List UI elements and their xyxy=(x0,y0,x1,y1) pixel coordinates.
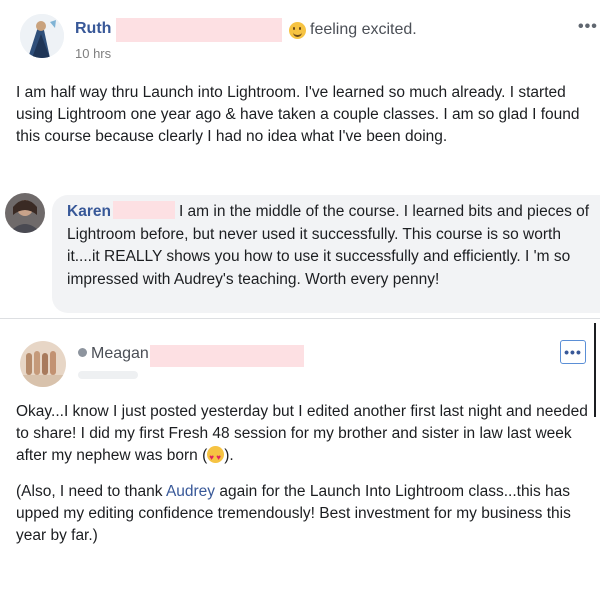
comment-karen: Karen I am in the middle of the course. I… xyxy=(0,185,600,313)
post-meta-blurred xyxy=(78,371,138,379)
post-ruth: Ruth feeling excited. 10 hrs ••• I am ha… xyxy=(0,0,600,185)
post-time[interactable]: 10 hrs xyxy=(75,46,111,61)
avatar[interactable] xyxy=(5,193,45,233)
avatar[interactable] xyxy=(20,14,64,58)
divider xyxy=(594,323,596,417)
post-body-para2: (Also, I need to thank Audrey again for … xyxy=(16,481,588,547)
author-name[interactable]: Meagan xyxy=(78,345,149,363)
para2-start: (Also, I need to thank xyxy=(16,483,166,500)
avatar-photo-icon xyxy=(20,341,66,387)
para1-text: Okay...I know I just posted yesterday bu… xyxy=(16,403,588,464)
heart-eyes-emoji-icon xyxy=(207,446,225,469)
author-name[interactable]: Ruth xyxy=(75,20,111,38)
para1-end: ). xyxy=(224,447,234,464)
post-body: I am half way thru Launch into Lightroom… xyxy=(16,84,580,145)
redacted-surname xyxy=(150,345,304,367)
status-dot-icon xyxy=(78,348,87,357)
more-options-icon[interactable]: ••• xyxy=(578,18,598,36)
post-meagan: Meagan ••• Okay...I know I just posted y… xyxy=(0,318,600,601)
avatar-photo-icon xyxy=(5,193,45,233)
post-body-para1: Okay...I know I just posted yesterday bu… xyxy=(16,401,588,469)
mention-link[interactable]: Audrey xyxy=(166,483,215,500)
feeling-status: feeling excited. xyxy=(289,21,417,39)
avatar[interactable] xyxy=(20,341,66,387)
comment-author[interactable]: Karen xyxy=(67,203,111,220)
feeling-label: feeling excited. xyxy=(310,21,417,38)
redacted-surname xyxy=(116,18,282,42)
avatar-photo-icon xyxy=(20,14,64,58)
author-label[interactable]: Meagan xyxy=(91,345,149,362)
comment-text: Karen I am in the middle of the course. I… xyxy=(67,201,592,291)
more-options-button[interactable]: ••• xyxy=(560,340,586,364)
redacted-surname xyxy=(112,201,175,219)
smiley-icon xyxy=(289,21,306,39)
comment-bubble: Karen I am in the middle of the course. I… xyxy=(52,195,600,313)
